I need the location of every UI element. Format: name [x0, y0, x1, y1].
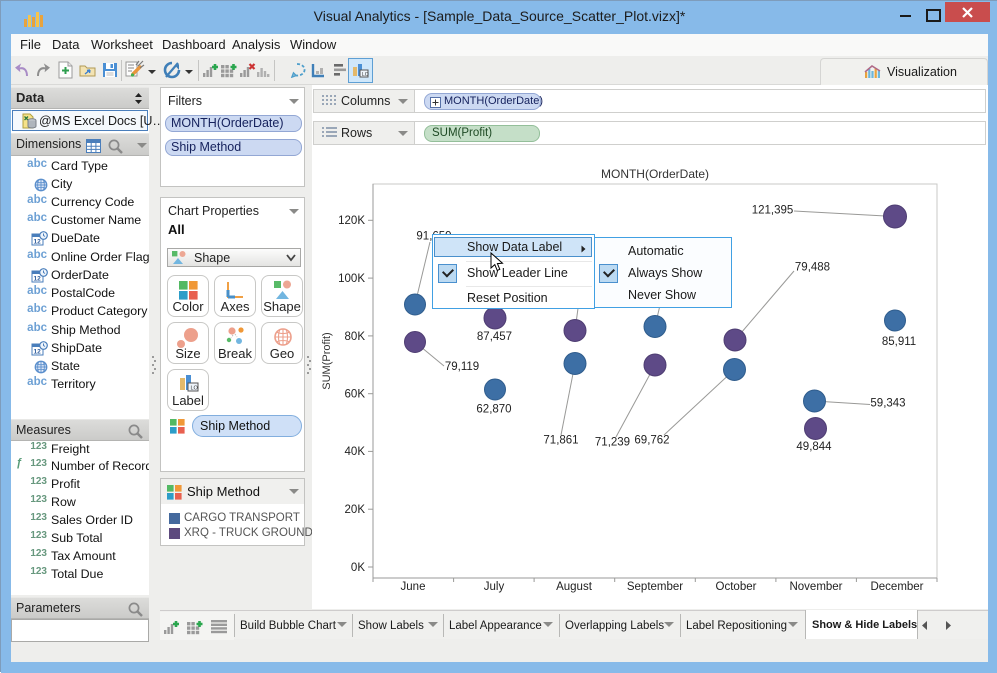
- svg-text:80K: 80K: [345, 331, 366, 343]
- svg-text:August: August: [556, 581, 593, 593]
- svg-text:79,488: 79,488: [795, 262, 830, 274]
- svg-text:49,844: 49,844: [796, 441, 832, 453]
- svg-text:71,239: 71,239: [595, 437, 630, 449]
- svg-text:87,457: 87,457: [477, 331, 512, 343]
- svg-text:October: October: [716, 581, 757, 593]
- svg-text:0K: 0K: [351, 562, 365, 574]
- svg-text:20K: 20K: [345, 504, 366, 516]
- svg-text:MONTH(OrderDate): MONTH(OrderDate): [601, 167, 709, 181]
- svg-text:LO: LO: [362, 72, 369, 78]
- svg-text:121,395: 121,395: [752, 205, 794, 217]
- svg-text:November: November: [789, 581, 842, 593]
- svg-text:December: December: [870, 581, 923, 593]
- svg-text:120K: 120K: [338, 215, 365, 227]
- svg-text:71,861: 71,861: [543, 435, 578, 447]
- svg-text:62,870: 62,870: [476, 404, 511, 416]
- svg-text:85,911: 85,911: [882, 336, 916, 348]
- svg-text:40K: 40K: [345, 446, 366, 458]
- svg-text:12: 12: [34, 276, 42, 283]
- svg-text:60K: 60K: [345, 389, 366, 401]
- svg-text:June: June: [401, 581, 426, 593]
- svg-text:July: July: [484, 581, 505, 593]
- svg-text:79,119: 79,119: [445, 361, 479, 373]
- svg-text:12: 12: [34, 239, 42, 246]
- svg-text:59,343: 59,343: [870, 398, 905, 410]
- svg-text:September: September: [627, 581, 683, 593]
- svg-text:LO: LO: [191, 386, 199, 392]
- svg-text:100K: 100K: [338, 273, 365, 285]
- svg-text:SUM(Profit): SUM(Profit): [321, 332, 333, 389]
- svg-text:12: 12: [34, 349, 42, 356]
- svg-text:69,762: 69,762: [634, 435, 669, 447]
